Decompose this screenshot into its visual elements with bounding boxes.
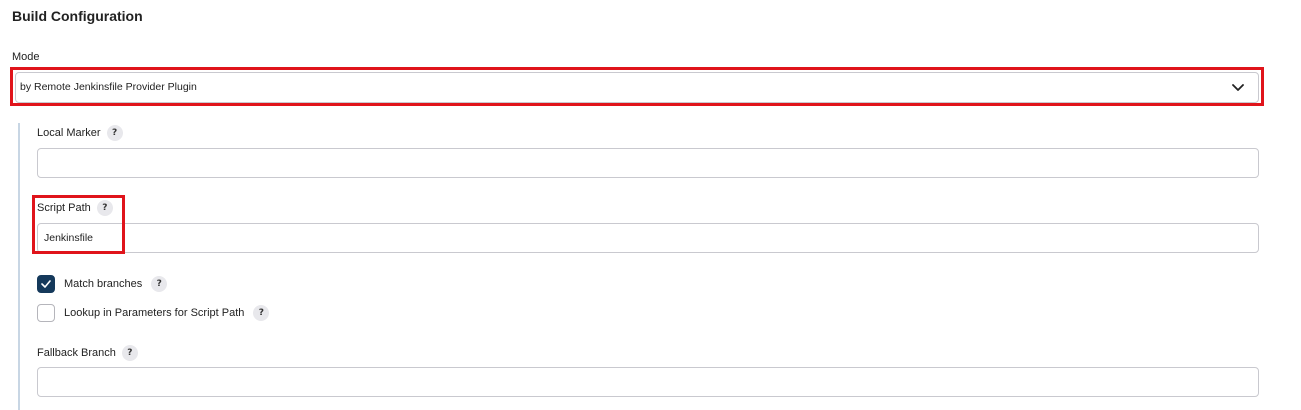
mode-label: Mode bbox=[12, 51, 40, 63]
match-branches-checkbox[interactable] bbox=[37, 275, 55, 293]
check-icon bbox=[41, 280, 51, 288]
script-path-input[interactable]: Jenkinsfile bbox=[37, 223, 1259, 253]
local-marker-input[interactable] bbox=[37, 148, 1259, 178]
section-title: Build Configuration bbox=[12, 8, 143, 24]
mode-select[interactable]: by Remote Jenkinsfile Provider Plugin bbox=[15, 72, 1259, 103]
fallback-branch-label: Fallback Branch ? bbox=[37, 345, 138, 361]
fallback-branch-label-text: Fallback Branch bbox=[37, 347, 116, 359]
script-path-label: Script Path ? bbox=[37, 200, 113, 216]
local-marker-label-text: Local Marker bbox=[37, 127, 101, 139]
help-icon[interactable]: ? bbox=[96, 200, 113, 216]
match-branches-label: Match branches bbox=[64, 278, 143, 290]
nested-section-bar bbox=[18, 123, 20, 410]
help-icon[interactable]: ? bbox=[121, 345, 138, 361]
help-icon[interactable]: ? bbox=[151, 276, 168, 292]
lookup-params-checkbox[interactable] bbox=[37, 304, 55, 322]
local-marker-label: Local Marker ? bbox=[37, 125, 123, 141]
mode-selected-value: by Remote Jenkinsfile Provider Plugin bbox=[20, 81, 197, 93]
help-icon[interactable]: ? bbox=[253, 305, 270, 321]
match-branches-row: Match branches ? bbox=[37, 275, 168, 293]
lookup-params-row: Lookup in Parameters for Script Path ? bbox=[37, 304, 270, 322]
script-path-label-text: Script Path bbox=[37, 202, 91, 214]
chevron-down-icon bbox=[1232, 73, 1244, 102]
fallback-branch-input[interactable] bbox=[37, 367, 1259, 397]
lookup-params-label: Lookup in Parameters for Script Path bbox=[64, 307, 245, 319]
help-icon[interactable]: ? bbox=[106, 125, 123, 141]
